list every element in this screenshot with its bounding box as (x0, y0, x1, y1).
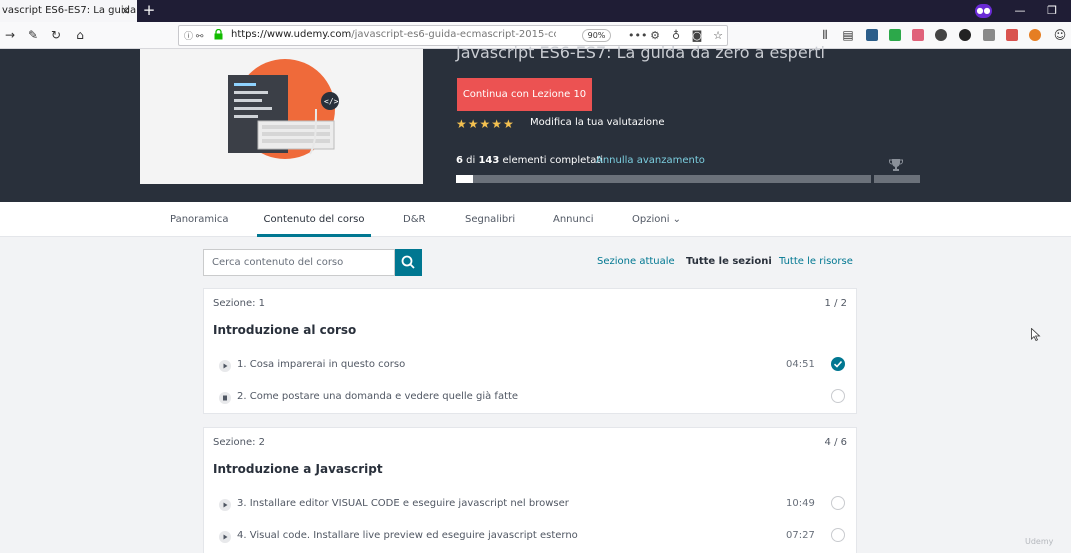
progress-suffix: elementi completati (499, 155, 604, 166)
home-icon[interactable]: ⌂ (72, 27, 88, 43)
section-label: Sezione: 1 (213, 298, 266, 309)
page-actions-icon[interactable]: ••• (628, 29, 647, 43)
account-icon[interactable]: ☺ (1052, 27, 1068, 43)
extension-icon[interactable]: ⚙ (648, 29, 662, 43)
filter-all-resources[interactable]: Tutte le risorse (779, 256, 853, 267)
tab-announcements[interactable]: Annunci (553, 202, 593, 237)
course-illustration-icon: </> (228, 59, 339, 159)
course-title: Javascript ES6-ES7: La guida da zero a e… (456, 43, 825, 62)
private-browsing-icon: ●● (975, 4, 992, 18)
site-info-icon[interactable]: ⓘ ⚯ (184, 29, 203, 42)
progress-total: 143 (478, 155, 500, 166)
mouse-cursor-icon (1031, 328, 1041, 341)
lecture-completed-checkbox[interactable] (831, 496, 845, 510)
edit-rating-link[interactable]: Modifica la tua valutazione (530, 117, 664, 128)
tab-overview[interactable]: Panoramica (170, 202, 229, 237)
course-hero: Javascript ES6-ES7: La guida da zero a e… (0, 43, 1071, 202)
tab-qa[interactable]: D&R (403, 202, 425, 237)
lecture-completed-checkbox[interactable] (831, 528, 845, 542)
tab-bookmarks[interactable]: Segnalibri (465, 202, 515, 237)
minimize-window-icon[interactable]: — (1010, 0, 1030, 22)
lecture-item[interactable]: 2. Come postare una domanda e vedere que… (204, 384, 856, 416)
udemy-watermark: Udemy (1025, 537, 1054, 546)
lecture-title[interactable]: 3. Installare editor VISUAL CODE e esegu… (237, 498, 569, 509)
extension-calendar-icon[interactable] (1006, 29, 1018, 41)
progress-bar-goal (874, 175, 920, 183)
new-tab-button[interactable]: + (141, 0, 157, 22)
browser-tab[interactable]: vascript ES6-ES7: La guida da × (0, 0, 137, 22)
svg-text:</>: </> (324, 97, 339, 106)
url-text: https://www.udemy.com/javascript-es6-gui… (231, 29, 556, 40)
section-1: Sezione: 1 1 / 2 Introduzione al corso 1… (203, 288, 857, 414)
trophy-icon (889, 159, 903, 171)
lecture-item[interactable]: 3. Installare editor VISUAL CODE e esegu… (204, 491, 856, 523)
reload-icon[interactable]: ↻ (48, 27, 64, 43)
rating-stars-icon[interactable]: ★★★★★ (456, 117, 515, 131)
lecture-duration: 10:49 (786, 498, 815, 509)
section-title: Introduzione a Javascript (213, 462, 383, 476)
library-icon[interactable]: ⫴ (817, 27, 833, 43)
zoom-level[interactable]: 90% (582, 29, 611, 42)
continue-lesson-button[interactable]: Continua con Lezione 10 (457, 78, 592, 111)
close-tab-icon[interactable]: × (121, 0, 130, 22)
restore-window-icon[interactable]: ❐ (1042, 0, 1062, 22)
section-count: 1 / 2 (824, 298, 847, 309)
section-2: Sezione: 2 4 / 6 Introduzione a Javascri… (203, 427, 857, 553)
lecture-completed-checkbox[interactable] (831, 389, 845, 403)
progress-completed: 6 (456, 155, 463, 166)
forward-icon[interactable]: → (2, 27, 18, 43)
tab-course-content[interactable]: Contenuto del corso (257, 202, 371, 237)
extension-orange-icon[interactable] (1029, 29, 1041, 41)
lecture-title[interactable]: 1. Cosa imparerai in questo corso (237, 359, 405, 370)
lecture-duration: 07:27 (786, 530, 815, 541)
filter-all-sections[interactable]: Tutte le sezioni (686, 256, 772, 267)
extension-blue-icon[interactable] (866, 29, 878, 41)
lock-icon (214, 29, 223, 40)
lecture-duration: 04:51 (786, 359, 815, 370)
url-host: https://www.udemy.com (231, 29, 352, 40)
lecture-title[interactable]: 2. Come postare una domanda e vedere que… (237, 391, 518, 402)
progress-label: 6 di 143 elementi completati (456, 155, 603, 166)
extension-dark-icon[interactable] (935, 29, 947, 41)
bookmark-star-icon[interactable]: ☆ (711, 29, 725, 43)
lecture-item[interactable]: 1. Cosa imparerai in questo corso 04:51 (204, 352, 856, 384)
extension-black-icon[interactable] (959, 29, 971, 41)
section-label: Sezione: 2 (213, 437, 266, 448)
sidebar-icon[interactable]: ▤ (840, 27, 856, 43)
play-icon (219, 531, 231, 543)
eyedropper-icon[interactable] (983, 29, 995, 41)
lightbulb-icon[interactable]: ♁ (669, 29, 683, 43)
search-button[interactable] (395, 249, 422, 276)
search-icon (401, 255, 415, 269)
reset-progress-link[interactable]: Annulla avanzamento (596, 155, 705, 166)
browser-tab-title: vascript ES6-ES7: La guida da (2, 5, 137, 16)
play-icon (219, 360, 231, 372)
lecture-title[interactable]: 4. Visual code. Installare live preview … (237, 530, 578, 541)
checkmark-icon (833, 360, 843, 368)
play-icon (219, 499, 231, 511)
course-tabs: Panoramica Contenuto del corso D&R Segna… (0, 202, 1071, 237)
extension-green-icon[interactable] (889, 29, 901, 41)
course-search-input[interactable] (203, 249, 395, 276)
filter-current-section[interactable]: Sezione attuale (597, 256, 675, 267)
progress-bar-fill (456, 175, 474, 183)
progress-of: di (462, 155, 479, 166)
section-count: 4 / 6 (824, 437, 847, 448)
pocket-icon[interactable]: ◙ (690, 29, 704, 43)
lecture-item[interactable]: 4. Visual code. Installare live preview … (204, 523, 856, 553)
course-thumbnail: </> (140, 49, 423, 184)
url-path: /javascript-es6-guida-ecmascript-2015-co… (351, 29, 556, 40)
section-title: Introduzione al corso (213, 323, 357, 337)
tools-icon[interactable]: ✎ (25, 27, 41, 43)
progress-bar (456, 175, 871, 183)
extension-pink-icon[interactable] (912, 29, 924, 41)
browser-tabbar: vascript ES6-ES7: La guida da × + ●● — ❐ (0, 0, 1071, 22)
lecture-completed-checkbox[interactable] (831, 357, 845, 371)
tab-options[interactable]: Opzioni ⌄ (632, 202, 681, 237)
article-icon (219, 392, 231, 404)
